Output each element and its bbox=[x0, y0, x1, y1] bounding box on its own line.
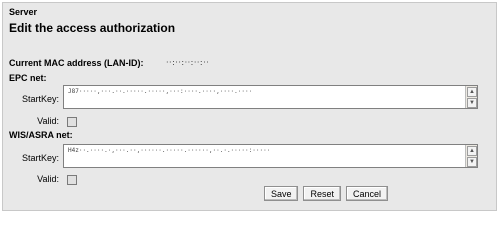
cancel-button[interactable]: Cancel bbox=[345, 186, 388, 201]
reset-button[interactable]: Reset bbox=[303, 186, 341, 201]
epc-startkey-scrollbar[interactable]: ▲ ▼ bbox=[465, 86, 477, 108]
page-title: Edit the access authorization bbox=[9, 21, 176, 35]
epc-net-title: EPC net: bbox=[9, 73, 47, 83]
wis-valid-label: Valid: bbox=[37, 174, 59, 184]
mac-address-label: Current MAC address (LAN-ID): bbox=[9, 58, 144, 68]
save-button[interactable]: Save bbox=[263, 186, 299, 201]
wis-startkey-textarea[interactable]: H4z··.····.·,···.··,······.·····.······,… bbox=[63, 144, 478, 168]
epc-valid-label: Valid: bbox=[37, 116, 59, 126]
epc-startkey-label: StartKey: bbox=[21, 94, 59, 104]
scroll-up-icon[interactable]: ▲ bbox=[467, 87, 477, 97]
wis-valid-checkbox[interactable] bbox=[67, 175, 77, 185]
epc-startkey-textarea[interactable]: J87·····,···.··.·····.·····,···:····.···… bbox=[63, 85, 478, 109]
wis-asra-net-title: WIS/ASRA net: bbox=[9, 130, 73, 140]
epc-startkey-value: J87·····,···.··.·····.·····,···:····.···… bbox=[68, 88, 253, 95]
wis-startkey-label: StartKey: bbox=[21, 153, 59, 163]
mac-address-value: ··:··:··:··:·· bbox=[166, 58, 210, 67]
scroll-down-icon[interactable]: ▼ bbox=[467, 98, 477, 108]
wis-startkey-scrollbar[interactable]: ▲ ▼ bbox=[465, 145, 477, 167]
scroll-down-icon[interactable]: ▼ bbox=[467, 157, 477, 167]
action-buttons: Save Reset Cancel bbox=[263, 186, 388, 201]
epc-valid-checkbox[interactable] bbox=[67, 117, 77, 127]
wis-startkey-value: H4z··.····.·,···.··,······.·····.······,… bbox=[68, 147, 271, 154]
scroll-up-icon[interactable]: ▲ bbox=[467, 146, 477, 156]
section-label: Server bbox=[9, 7, 38, 17]
access-authorization-panel: Server Edit the access authorization Cur… bbox=[2, 2, 497, 211]
